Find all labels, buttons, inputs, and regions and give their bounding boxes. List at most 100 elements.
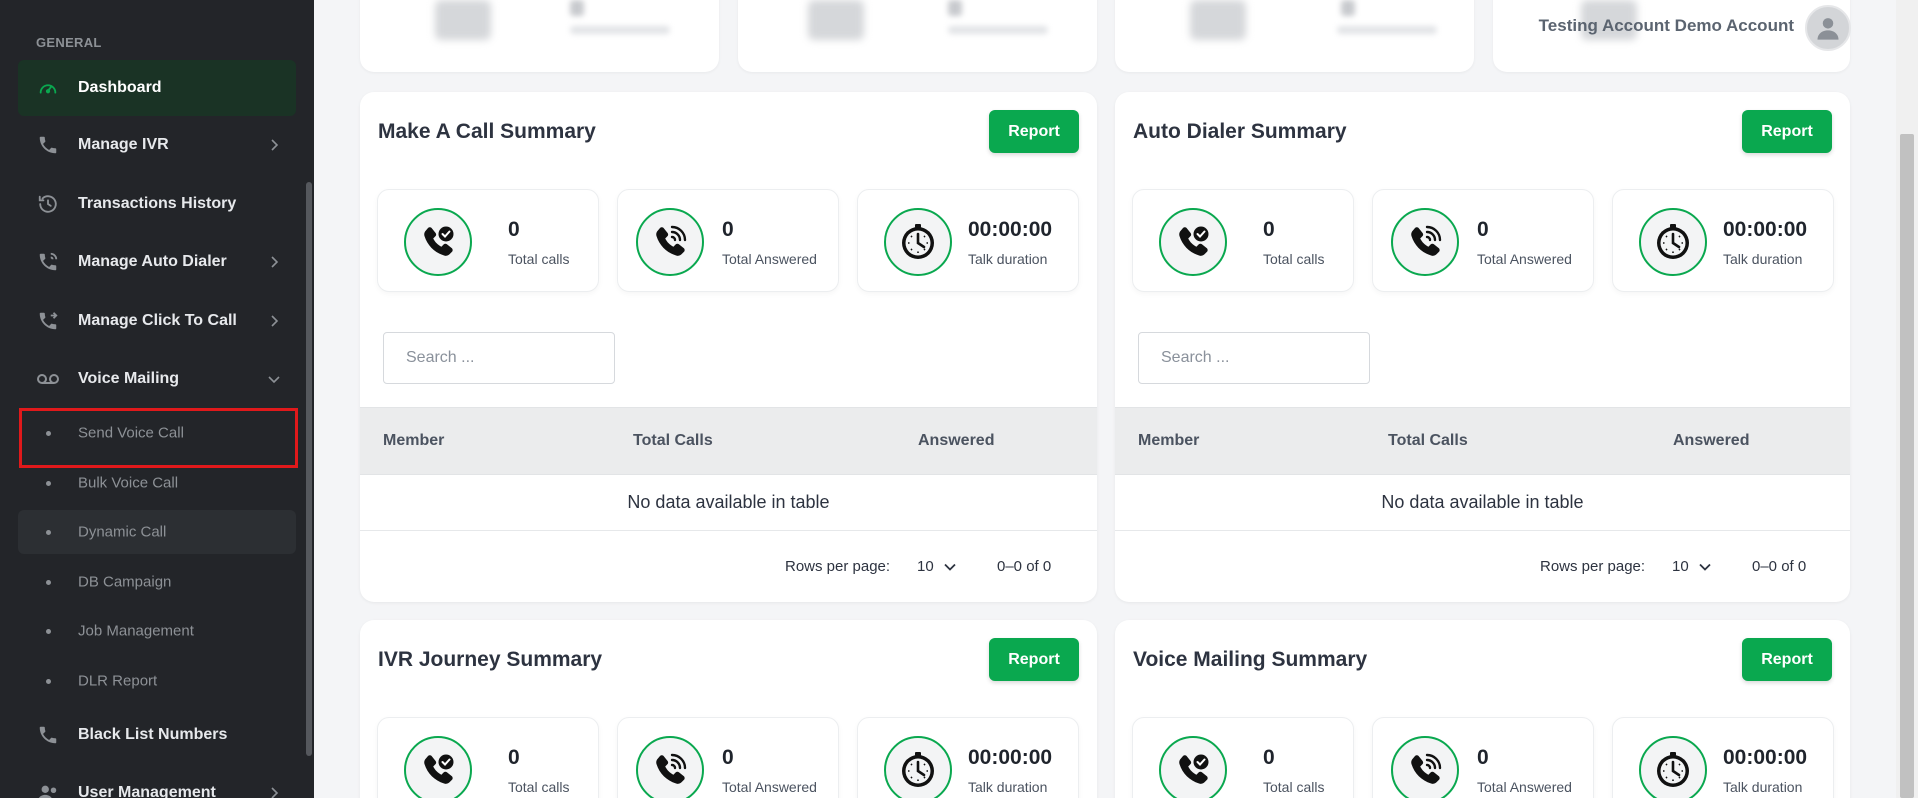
pagination-range: 0–0 of 0 [1752,558,1807,575]
page-scrollbar-thumb[interactable] [1900,134,1914,798]
chevron-right-icon [268,787,280,798]
report-button[interactable]: Report [1742,110,1832,153]
column-header-answered[interactable]: Answered [1673,432,1749,450]
chevron-right-icon [268,139,280,151]
search-input[interactable] [383,332,615,384]
rows-per-page-label: Rows per page: [1540,558,1646,575]
panel-title: Voice Mailing Summary [1133,648,1368,671]
sidebar-item-voice-mailing[interactable]: Voice Mailing [18,351,296,407]
phone-forward-icon [36,309,60,333]
phone-check-icon [404,736,472,798]
stat-card: 0 Total Answered [617,717,839,798]
chevron-down-icon [1699,558,1711,575]
sidebar-item-transactions-history[interactable]: Transactions History [18,176,296,232]
clock-icon [1639,208,1707,276]
report-button[interactable]: Report [989,110,1079,153]
stat-value: 0 [1477,746,1489,769]
column-header-member[interactable]: Member [1138,432,1199,450]
report-button[interactable]: Report [1742,638,1832,681]
sidebar-item-user-management[interactable]: User Management [18,765,296,798]
column-header-total-calls[interactable]: Total Calls [1388,432,1468,450]
sidebar-item-label: Manage Auto Dialer [78,253,227,270]
table-empty-message: No data available in table [1115,475,1850,531]
stat-value: 0 [1263,746,1275,769]
top-stat-card [360,0,719,72]
clock-icon [884,736,952,798]
sidebar-item-manage-auto-dialer[interactable]: Manage Auto Dialer [18,234,296,290]
sidebar-scrollbar[interactable] [306,182,312,756]
history-icon [36,192,60,216]
phone-check-icon [1159,736,1227,798]
sidebar-item-label: Dashboard [78,79,162,96]
speedometer-icon [36,76,60,100]
column-header-answered[interactable]: Answered [918,432,994,450]
phone-check-icon [1159,208,1227,276]
stat-caption: Total calls [1263,779,1325,795]
stat-caption: Talk duration [968,251,1048,267]
panel-make-a-call-summary: Make A Call Summary Report 0 Total calls… [360,92,1097,602]
stat-card: 0 Total calls [377,717,599,798]
rows-per-page-select[interactable]: 10 [917,552,956,580]
user-avatar-icon[interactable] [1805,5,1851,51]
sidebar-subitem-label: Send Voice Call [78,424,184,442]
sidebar-heading: GENERAL [36,35,102,50]
stat-value: 00:00:00 [1723,746,1808,769]
sidebar-subitem-db-campaign[interactable]: DB Campaign [18,560,296,604]
stat-card: 0 Total calls [1132,189,1354,292]
sidebar-subitem-dynamic-call[interactable]: Dynamic Call [18,510,296,554]
sidebar-item-label: Manage IVR [78,136,169,153]
column-header-member[interactable]: Member [383,432,444,450]
rows-per-page-select[interactable]: 10 [1672,552,1711,580]
sidebar-item-label: Manage Click To Call [78,312,237,329]
stat-caption: Total calls [508,779,570,795]
sidebar-subitem-label: DB Campaign [78,573,172,591]
stat-caption: Total Answered [722,251,817,267]
stat-value: 00:00:00 [968,218,1053,241]
phone-sync-icon [36,250,60,274]
sidebar-subitem-job-management[interactable]: Job Management [18,609,296,653]
sidebar-item-manage-ivr[interactable]: Manage IVR [18,117,296,173]
chevron-down-icon [268,373,280,385]
sidebar-subitem-label: Bulk Voice Call [78,474,179,492]
bullet-icon [46,481,51,486]
stat-card: 0 Total calls [377,189,599,292]
stat-value: 0 [1263,218,1275,241]
sidebar-subitem-send-voice-call[interactable]: Send Voice Call [18,411,296,455]
sidebar: GENERAL Dashboard Manage IVR Transaction… [0,0,314,798]
report-button[interactable]: Report [989,638,1079,681]
phone-check-icon [404,208,472,276]
table-empty-message: No data available in table [360,475,1097,531]
table-header: Member Total Calls Answered [360,407,1097,475]
rows-per-page-value: 10 [917,557,934,575]
phone-icon [36,723,60,747]
sidebar-subitem-dlr-report[interactable]: DLR Report [18,659,296,703]
sidebar-subitem-bulk-voice-call[interactable]: Bulk Voice Call [18,461,296,505]
stat-card: 0 Total Answered [617,189,839,292]
sidebar-item-label: User Management [78,784,216,798]
column-header-total-calls[interactable]: Total Calls [633,432,713,450]
pagination: Rows per page: 10 0–0 of 0 [1115,532,1850,594]
bullet-icon [46,679,51,684]
stat-value: 0 [508,218,520,241]
sidebar-item-dashboard[interactable]: Dashboard [18,60,296,116]
sidebar-item-manage-click-to-call[interactable]: Manage Click To Call [18,293,296,349]
stat-caption: Total calls [508,251,570,267]
phone-ringing-icon [1391,208,1459,276]
stat-value: 0 [722,218,734,241]
panel-title: IVR Journey Summary [378,648,603,671]
clock-icon [884,208,952,276]
sidebar-item-label: Voice Mailing [78,370,180,387]
search-input[interactable] [1138,332,1370,384]
stat-caption: Talk duration [1723,251,1803,267]
sidebar-item-black-list-numbers[interactable]: Black List Numbers [18,707,296,763]
user-name[interactable]: Testing Account Demo Account [1539,16,1794,36]
sidebar-subitem-label: Dynamic Call [78,523,167,541]
stat-caption: Total Answered [1477,251,1572,267]
stat-card: 00:00:00 Talk duration [857,717,1079,798]
voicemail-icon [36,367,60,391]
stat-card: 00:00:00 Talk duration [1612,189,1834,292]
stat-value: 0 [722,746,734,769]
stat-value: 0 [1477,218,1489,241]
bullet-icon [46,629,51,634]
bullet-icon [46,580,51,585]
